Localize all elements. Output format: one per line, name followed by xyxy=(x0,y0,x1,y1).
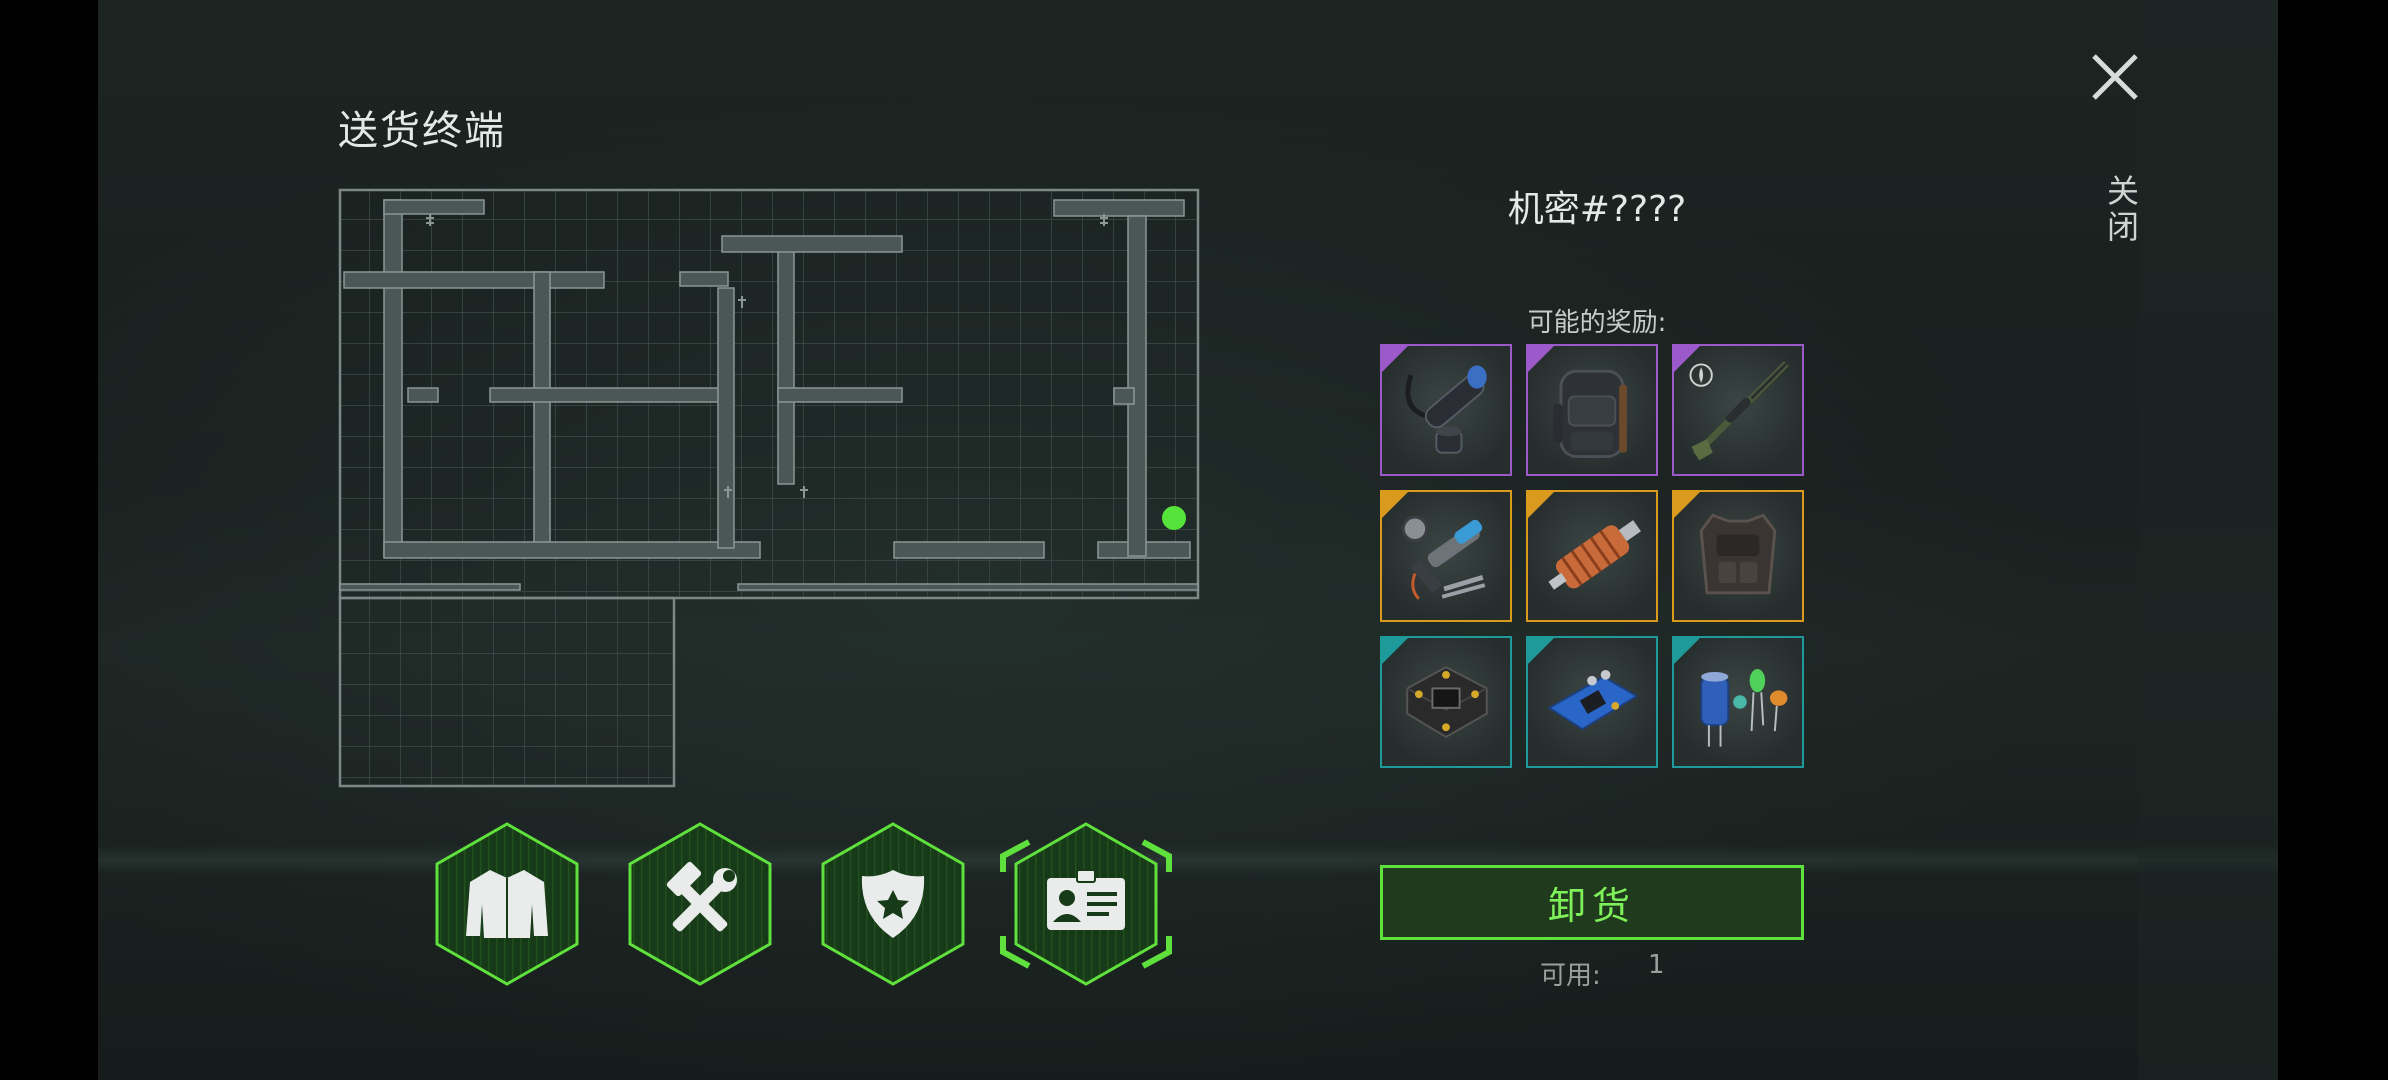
close-icon xyxy=(2092,54,2138,100)
backpack-icon xyxy=(1553,369,1627,458)
tools-parts-icon xyxy=(1401,515,1486,600)
motor-icon xyxy=(1548,520,1641,590)
close-button[interactable]: 关闭 xyxy=(2080,44,2160,264)
category-tools-button[interactable] xyxy=(625,820,775,988)
close-label: 关闭 xyxy=(2102,174,2140,246)
delivery-secret-title: 机密#???? xyxy=(1507,189,1687,230)
reward-item-tools-parts[interactable] xyxy=(1380,490,1512,622)
page-title: 送货终端 xyxy=(338,108,506,154)
reward-item-backpack[interactable] xyxy=(1526,344,1658,476)
sniper-rifle-icon xyxy=(1689,360,1790,461)
scope-icon xyxy=(1405,365,1487,454)
reward-item-scope[interactable] xyxy=(1380,344,1512,476)
reward-item-blue-chip[interactable] xyxy=(1526,636,1658,768)
capacitor-icon xyxy=(1700,669,1788,747)
jacket-icon xyxy=(466,870,548,938)
reward-item-capacitor[interactable] xyxy=(1672,636,1804,768)
player-location-marker xyxy=(1162,506,1186,530)
category-id-card-button[interactable] xyxy=(1000,820,1172,988)
category-clothing-button[interactable] xyxy=(432,820,582,988)
possible-rewards-label: 可能的奖励: xyxy=(1527,308,1667,338)
available-label: 可用: xyxy=(1540,961,1601,991)
reward-item-armor-vest[interactable] xyxy=(1672,490,1804,622)
blue-chip-icon xyxy=(1547,670,1639,731)
available-value: 1 xyxy=(1648,950,1665,980)
category-police-button[interactable] xyxy=(818,820,968,988)
reward-item-circuit-board[interactable] xyxy=(1380,636,1512,768)
unload-button[interactable]: 卸货 xyxy=(1380,865,1804,940)
delivery-map[interactable] xyxy=(338,188,1200,788)
reward-item-motor[interactable] xyxy=(1526,490,1658,622)
armor-vest-icon xyxy=(1699,513,1777,595)
reward-item-sniper-rifle[interactable] xyxy=(1672,344,1804,476)
circuit-board-icon xyxy=(1406,665,1488,739)
rewards-grid xyxy=(1380,344,1804,768)
id-card-icon xyxy=(1047,869,1125,930)
